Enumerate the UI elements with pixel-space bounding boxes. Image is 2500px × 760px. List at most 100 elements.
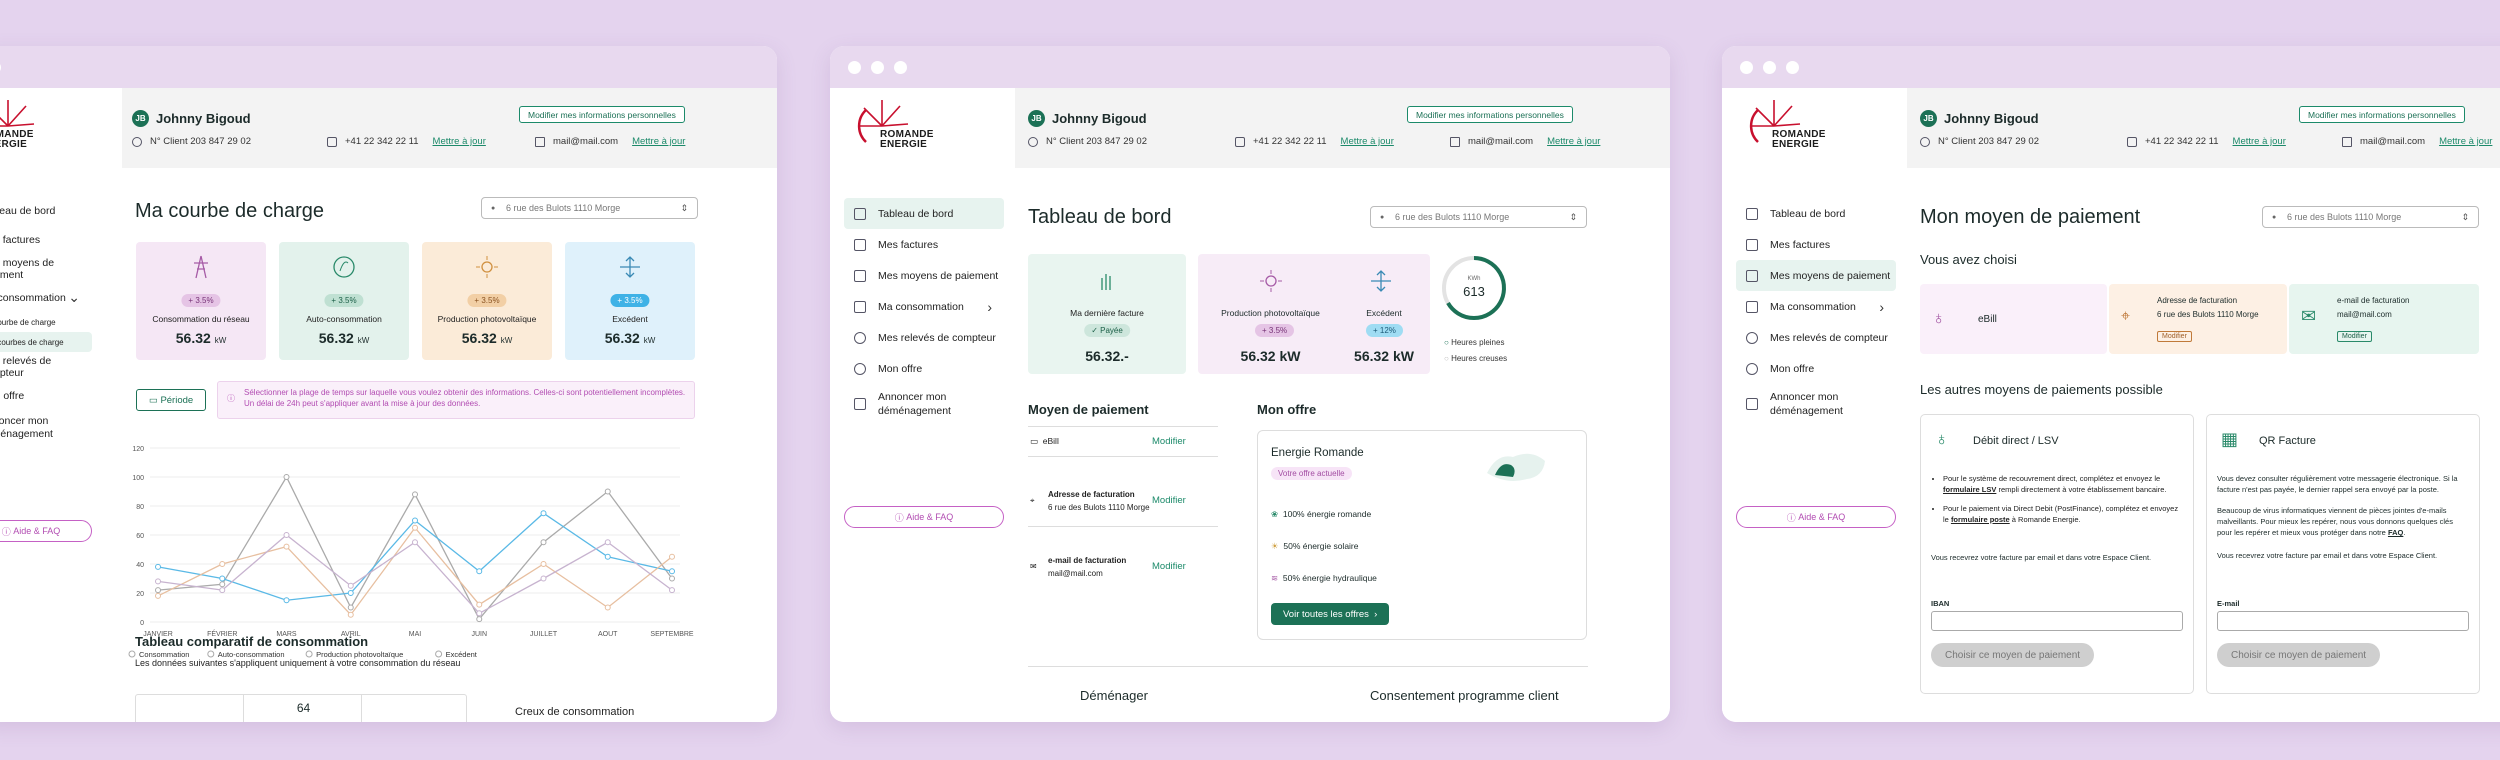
sidebar-item-consumption[interactable]: Ma consommation ›: [1736, 291, 1896, 322]
help-faq-button[interactable]: ⓘ Aide & FAQ: [1736, 506, 1896, 528]
card-unit: kW: [643, 336, 656, 345]
sidebar-nav: Tableau de bord Mes factures Mes moyens …: [0, 196, 92, 446]
window-dot[interactable]: [1740, 61, 1753, 74]
invoice-amount: 56.32.-: [1085, 348, 1129, 364]
sidebar-item-meter[interactable]: Mes relevés de compteur: [844, 322, 1004, 353]
faq-link[interactable]: FAQ: [2388, 528, 2403, 537]
billing-label: Adresse de facturation: [2157, 296, 2238, 305]
sidebar-item-move[interactable]: Annoncer mondéménagement: [844, 384, 1004, 424]
sidebar-item-offer[interactable]: Mon offre: [1736, 353, 1896, 384]
modify-email-button[interactable]: Modifier: [2337, 331, 2372, 342]
card-badge: + 3.5%: [467, 294, 507, 307]
all-offers-button[interactable]: Voir toutes les offres ›: [1271, 603, 1390, 625]
series-line: [157, 534, 673, 615]
window-dot[interactable]: [1763, 61, 1776, 74]
address-select[interactable]: 6 rue des Bulots 1110 Morge: [2262, 206, 2479, 228]
data-point: [476, 616, 483, 623]
sidebar-item-meter[interactable]: Mes relevés de compteur: [0, 352, 92, 381]
update-phone-link[interactable]: Mettre à jour: [1341, 136, 1394, 147]
data-point: [155, 578, 161, 585]
sidebar-item-payment[interactable]: Mes moyens de paiement: [0, 254, 92, 283]
update-email-link[interactable]: Mettre à jour: [2439, 136, 2492, 147]
address-select[interactable]: 6 rue des Bulots 1110 Morge: [1370, 206, 1587, 228]
sidebar-item-payment[interactable]: Mes moyens de paiement: [844, 260, 1004, 291]
update-email-link[interactable]: Mettre à jour: [632, 136, 685, 147]
sidebar-item-dashboard[interactable]: Tableau de bord: [0, 196, 92, 225]
choose-lsv-button[interactable]: Choisir ce moyen de paiement: [1931, 643, 2095, 667]
lsv-title: Débit direct / LSV: [1973, 435, 2059, 447]
window-dot[interactable]: [1786, 61, 1799, 74]
sidebar-item-payment[interactable]: Mes moyens de paiement: [1736, 260, 1896, 291]
help-faq-button[interactable]: ⓘ Aide & FAQ: [0, 520, 92, 542]
sidebar-item-invoices[interactable]: Mes factures: [0, 225, 92, 254]
email-field[interactable]: [2217, 611, 2469, 631]
mail-icon: [535, 136, 545, 147]
refresh-icon: [1746, 362, 1758, 375]
offer-feature-1: ❀ 100% énergie romande: [1271, 509, 1371, 520]
data-point: [412, 517, 418, 524]
sidebar-item-dashboard[interactable]: Tableau de bord: [1736, 198, 1896, 229]
edit-info-button[interactable]: Modifier mes informations personnelles: [519, 106, 685, 123]
sidebar-item-offer[interactable]: Mon offre: [844, 353, 1004, 384]
post-form-link[interactable]: formulaire poste: [1951, 515, 2010, 524]
sidebar-item-consumption[interactable]: Ma consommation ›: [844, 291, 1004, 322]
card-title: Excédent: [612, 314, 648, 324]
edit-info-button[interactable]: Modifier mes informations personnelles: [2299, 106, 2465, 123]
y-tick-label: 0: [140, 620, 144, 627]
client-number-text: N° Client 203 847 29 02: [1938, 136, 2039, 147]
logo-line2: ENERGIE: [1772, 139, 1820, 150]
sidebar-item-dashboard[interactable]: Tableau de bord: [844, 198, 1004, 229]
current-offer-badge: Votre offre actuelle: [1271, 467, 1352, 480]
period-label: Période: [160, 394, 194, 406]
sidebar-item-move[interactable]: Annoncer mondéménagement: [1736, 384, 1896, 424]
chosen-ebill-card: ♁ eBill: [1920, 284, 2107, 354]
phone-icon: [327, 136, 337, 147]
modify-ebill-link[interactable]: Modifier: [1152, 436, 1186, 447]
phone-icon: [2127, 136, 2137, 147]
sidebar-item-consumption[interactable]: Ma consommation⌄: [0, 283, 92, 312]
modify-address-button[interactable]: Modifier: [2157, 331, 2192, 342]
sidebar-subitem-load-curves[interactable]: Mes courbes de charge: [0, 332, 92, 352]
window-dot[interactable]: [871, 61, 884, 74]
card-unit: kW: [357, 336, 370, 345]
address-select[interactable]: 6 rue des Bulots 1110 Morge: [481, 197, 698, 219]
sidebar-item-move[interactable]: Annoncer mondéménagement: [0, 410, 92, 446]
card-value-number: 56.32: [604, 330, 640, 346]
sidebar-item-offer[interactable]: Mon offre: [0, 381, 92, 410]
iban-input[interactable]: [1931, 611, 2183, 631]
logo-line2: ENERGIE: [880, 139, 928, 150]
modify-address-link[interactable]: Modifier: [1152, 495, 1186, 506]
address-value: 6 rue des Bulots 1110 Morge: [2287, 212, 2402, 222]
offer-feature-2: ☀ 50% énergie solaire: [1271, 541, 1359, 552]
compare-title: Tableau comparatif de consommation: [135, 634, 369, 649]
window-dot[interactable]: [894, 61, 907, 74]
page-title: Tableau de bord: [1028, 206, 1172, 228]
choose-qr-button[interactable]: Choisir ce moyen de paiement: [2217, 643, 2381, 667]
window-titlebar: [830, 46, 1670, 88]
sidebar-item-invoices[interactable]: Mes factures: [844, 229, 1004, 260]
window-dot[interactable]: [0, 61, 1, 74]
sidebar-subitem-load-curve[interactable]: Ma courbe de charge: [0, 312, 92, 332]
card-value-number: 56.32: [318, 330, 354, 346]
phone-info: +41 22 342 22 11 Mettre à jour: [327, 136, 486, 147]
card-title: Ma dernière facture: [1070, 308, 1144, 318]
card-badge: + 3.5%: [181, 294, 221, 307]
avatar: JB: [1920, 110, 1937, 127]
sidebar-item-invoices[interactable]: Mes factures: [1736, 229, 1896, 260]
update-phone-link[interactable]: Mettre à jour: [433, 136, 486, 147]
data-point: [540, 510, 547, 517]
chosen-email-card: ✉ e-mail de facturation mail@mail.com Mod…: [2289, 284, 2479, 354]
period-button[interactable]: ▭ Période: [136, 389, 206, 411]
mail-icon: ✉: [2301, 306, 2317, 326]
chosen-title: Vous avez choisi: [1920, 252, 2017, 267]
sidebar-item-meter[interactable]: Mes relevés de compteur: [1736, 322, 1896, 353]
lsv-form-link[interactable]: formulaire LSV: [1943, 485, 1996, 494]
edit-info-button[interactable]: Modifier mes informations personnelles: [1407, 106, 1573, 123]
modify-email-link[interactable]: Modifier: [1152, 561, 1186, 572]
pin-icon: ⌖: [1030, 496, 1035, 505]
update-email-link[interactable]: Mettre à jour: [1547, 136, 1600, 147]
help-faq-button[interactable]: ⓘ Aide & FAQ: [844, 506, 1004, 528]
user-header: JB Johnny Bigoud Modifier mes information…: [122, 88, 777, 168]
window-dot[interactable]: [848, 61, 861, 74]
update-phone-link[interactable]: Mettre à jour: [2233, 136, 2286, 147]
